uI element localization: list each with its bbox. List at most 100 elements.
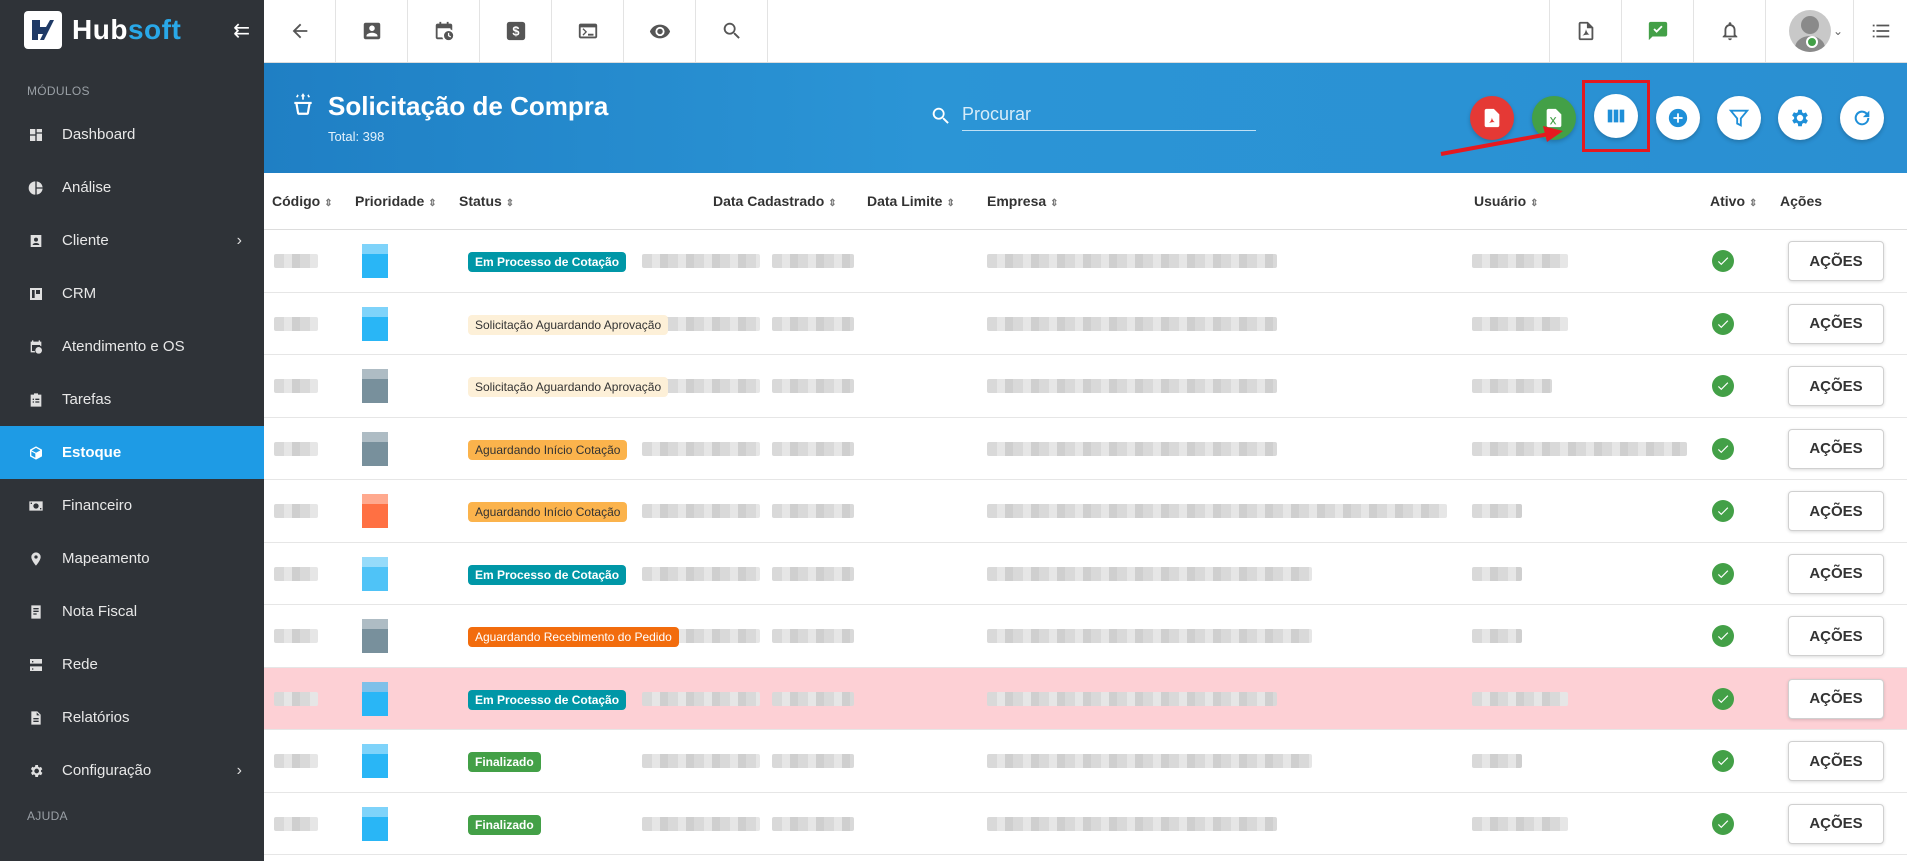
- status-badge: Aguardando Recebimento do Pedido: [468, 627, 679, 647]
- redacted-date-limit: [772, 504, 854, 518]
- acoes-button[interactable]: AÇÕES: [1788, 241, 1884, 281]
- redacted-date-created: [642, 566, 760, 581]
- active-check-icon: [1712, 375, 1734, 397]
- status-badge: Em Processo de Cotação: [468, 689, 627, 710]
- table-header: Código ⇕ Prioridade ⇕ Status ⇕ Data Cadastr…: [264, 173, 1907, 230]
- redacted-date-limit: [772, 691, 854, 706]
- collapse-sidebar-icon[interactable]: ⇇: [233, 18, 250, 43]
- user-menu[interactable]: ⌄: [1765, 0, 1853, 62]
- sidebar-item-dashboard[interactable]: Dashboard: [0, 108, 264, 161]
- table-row[interactable]: Em Processo de Cotação AÇÕES: [264, 230, 1907, 293]
- redacted-user: [1472, 566, 1522, 581]
- status-badge: Em Processo de Cotação: [468, 564, 627, 585]
- sidebar-item-estoque[interactable]: Estoque: [0, 426, 264, 479]
- redacted-user: [1472, 379, 1552, 393]
- sidebar-item-rede[interactable]: Rede: [0, 638, 264, 691]
- add-button[interactable]: [1656, 96, 1700, 140]
- table-row[interactable]: Aguardando Recebimento do Pedido AÇÕES: [264, 605, 1907, 668]
- table-row[interactable]: Aguardando Início Cotação AÇÕES: [264, 418, 1907, 480]
- sidebar-item-financeiro[interactable]: Financeiro: [0, 479, 264, 532]
- calendar-clock-icon: [28, 339, 44, 355]
- table-row[interactable]: Finalizado AÇÕES: [264, 730, 1907, 793]
- refresh-button[interactable]: [1840, 96, 1884, 140]
- schedule-button[interactable]: [408, 0, 480, 62]
- terminal-button[interactable]: [552, 0, 624, 62]
- view-button[interactable]: [624, 0, 696, 62]
- sort-icon: ⇕: [324, 198, 333, 209]
- purchase-request-icon: [290, 91, 316, 122]
- acoes-button[interactable]: AÇÕES: [1788, 428, 1884, 469]
- acoes-button[interactable]: AÇÕES: [1788, 616, 1884, 656]
- redacted-code: [274, 254, 318, 268]
- priority-indicator: [362, 244, 388, 278]
- col-status[interactable]: Status ⇕: [459, 193, 514, 209]
- sort-icon: ⇕: [1749, 198, 1758, 209]
- col-data-cadastrado-label: Data Cadastrado: [713, 193, 825, 209]
- priority-indicator: [362, 744, 388, 778]
- global-search-button[interactable]: [696, 0, 768, 62]
- redacted-user: [1472, 254, 1568, 268]
- redacted-date-limit: [772, 316, 854, 331]
- table-row[interactable]: Em Processo de Cotação AÇÕES: [264, 667, 1907, 730]
- sidebar-item-cliente[interactable]: Cliente ›: [0, 214, 264, 267]
- redacted-code: [274, 754, 318, 768]
- priority-indicator: [362, 619, 388, 653]
- redacted-date-limit: [772, 254, 854, 268]
- col-prioridade[interactable]: Prioridade ⇕: [355, 193, 437, 209]
- acoes-button[interactable]: AÇÕES: [1788, 678, 1884, 719]
- col-data-cadastrado[interactable]: Data Cadastrado ⇕: [713, 193, 837, 209]
- menu-list-button[interactable]: [1853, 0, 1907, 62]
- sidebar-item-atendimento-e-os[interactable]: Atendimento e OS: [0, 320, 264, 373]
- sidebar-item-analise[interactable]: Análise: [0, 161, 264, 214]
- arrow-left-icon: [292, 23, 307, 39]
- sidebar-item-nota-fiscal[interactable]: Nota Fiscal: [0, 585, 264, 638]
- redacted-code: [274, 816, 318, 831]
- dashboard-icon: [28, 127, 44, 143]
- sidebar-item-crm[interactable]: CRM: [0, 267, 264, 320]
- search-input[interactable]: [962, 99, 1256, 131]
- acoes-button[interactable]: AÇÕES: [1788, 741, 1884, 781]
- col-codigo[interactable]: Código ⇕: [272, 193, 333, 209]
- acoes-button[interactable]: AÇÕES: [1788, 491, 1884, 531]
- acoes-button[interactable]: AÇÕES: [1788, 303, 1884, 344]
- columns-button[interactable]: [1594, 94, 1638, 138]
- status-badge: Em Processo de Cotação: [468, 252, 627, 272]
- status-badge: Solicitação Aguardando Aprovação: [468, 314, 669, 335]
- table-row[interactable]: Aguardando Início Cotação AÇÕES: [264, 480, 1907, 543]
- acoes-button[interactable]: AÇÕES: [1788, 803, 1884, 844]
- table-row[interactable]: Em Processo de Cotação AÇÕES: [264, 543, 1907, 605]
- sidebar-item-tarefas[interactable]: Tarefas: [0, 373, 264, 426]
- col-data-limite[interactable]: Data Limite ⇕: [867, 193, 955, 209]
- col-status-label: Status: [459, 193, 502, 209]
- acoes-button[interactable]: AÇÕES: [1788, 553, 1884, 594]
- sidebar-item-configuracao[interactable]: Configuração ›: [0, 744, 264, 797]
- col-codigo-label: Código: [272, 193, 321, 209]
- acoes-button[interactable]: AÇÕES: [1788, 366, 1884, 406]
- finance-button[interactable]: $: [480, 0, 552, 62]
- active-check-icon: [1712, 812, 1734, 835]
- pdf-doc-button[interactable]: [1549, 0, 1621, 62]
- settings-button[interactable]: [1778, 96, 1822, 140]
- table-row[interactable]: Finalizado AÇÕES: [264, 793, 1907, 855]
- table-row[interactable]: Solicitação Aguardando Aprovação AÇÕES: [264, 293, 1907, 355]
- filter-button[interactable]: [1717, 96, 1761, 140]
- notifications-button[interactable]: [1693, 0, 1765, 62]
- total-count: Total: 398: [328, 129, 385, 144]
- redacted-user: [1472, 629, 1522, 643]
- sidebar-item-mapeamento[interactable]: Mapeamento: [0, 532, 264, 585]
- contact-card-icon: [363, 22, 380, 40]
- col-usuario[interactable]: Usuário ⇕: [1474, 193, 1539, 209]
- redacted-date-created: [642, 754, 760, 768]
- col-ativo[interactable]: Ativo ⇕: [1710, 193, 1757, 209]
- sidebar-item-relatorios[interactable]: Relatórios: [0, 691, 264, 744]
- contacts-button[interactable]: [336, 0, 408, 62]
- back-button[interactable]: [264, 0, 336, 62]
- hubsoft-logo-icon: [24, 11, 62, 49]
- tasks-check-button[interactable]: [1621, 0, 1693, 62]
- col-empresa[interactable]: Empresa ⇕: [987, 193, 1059, 209]
- top-toolbar: $ ⌄: [264, 0, 1907, 63]
- table-row[interactable]: Solicitação Aguardando Aprovação AÇÕES: [264, 355, 1907, 418]
- chevron-right-icon: ›: [236, 231, 242, 249]
- chat-check-icon: [1648, 21, 1667, 41]
- sort-icon: ⇕: [1050, 198, 1059, 209]
